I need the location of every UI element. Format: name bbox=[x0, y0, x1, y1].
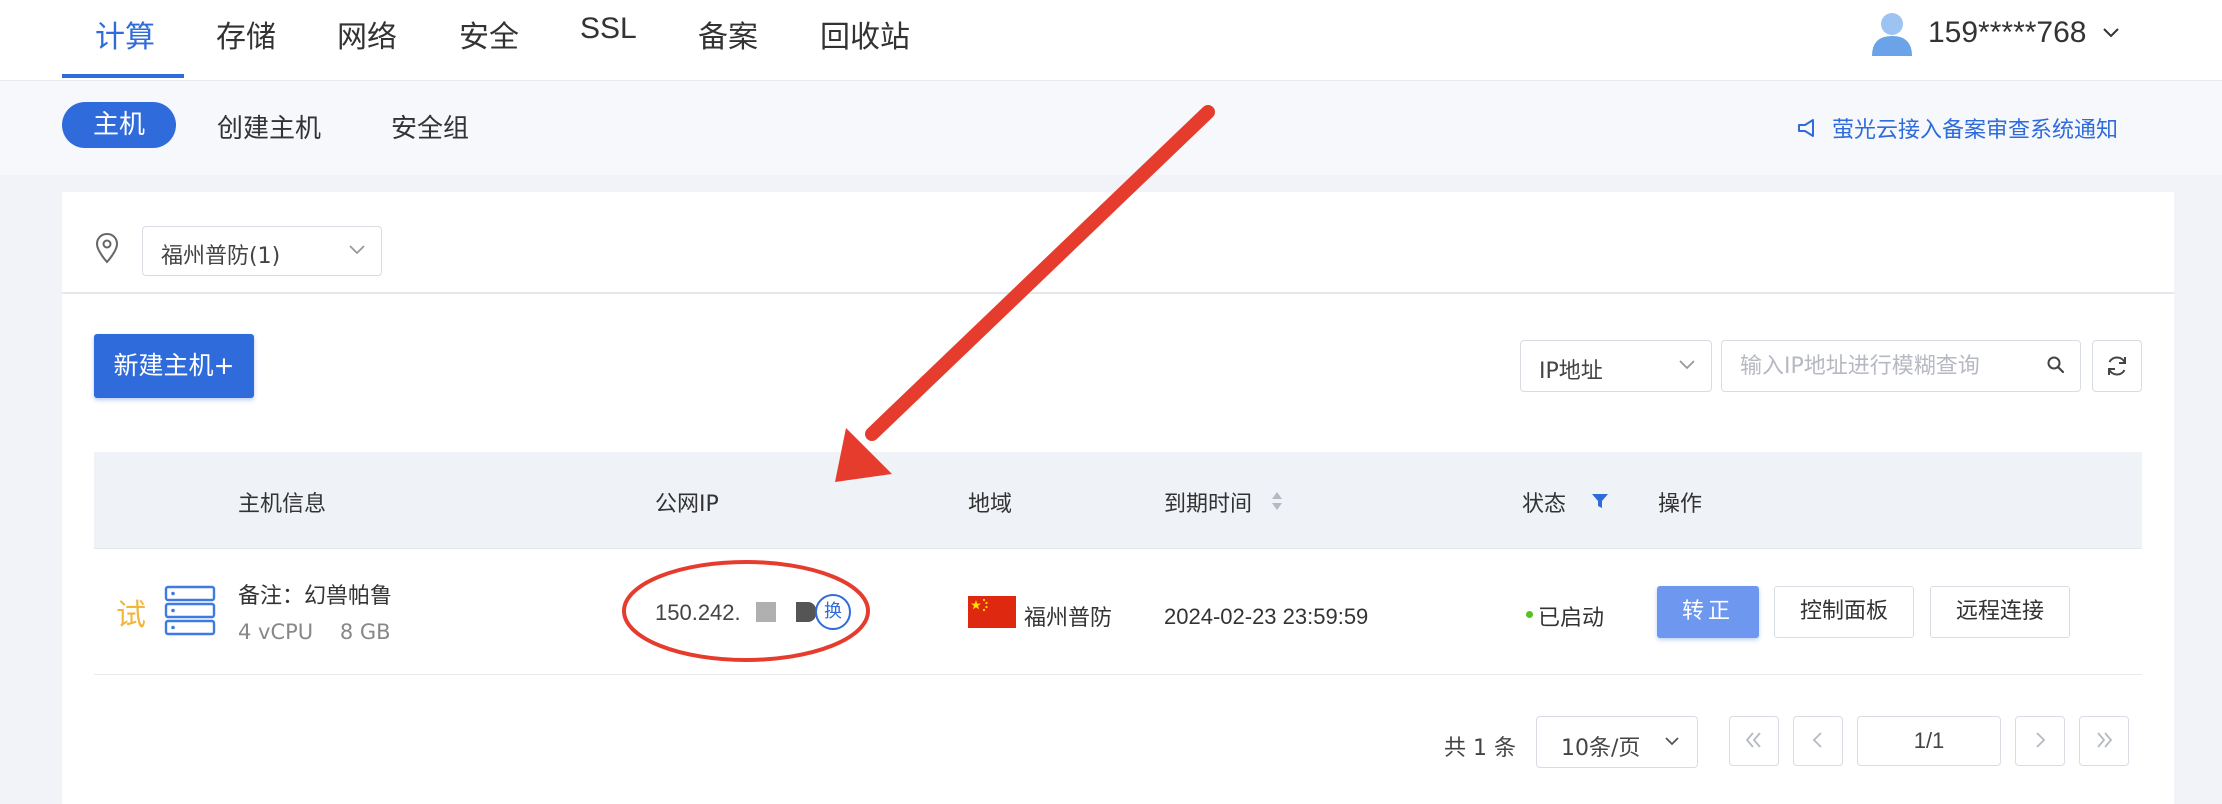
search-field-select[interactable]: IP地址 bbox=[1520, 340, 1712, 392]
subtab-security-group[interactable]: 安全组 bbox=[391, 108, 469, 145]
top-navigation: 计算 存储 网络 安全 SSL 备案 回收站 159*****768 bbox=[0, 0, 2222, 81]
page-size-value: 10条/页 bbox=[1561, 736, 1641, 761]
location-pin-icon bbox=[95, 232, 119, 264]
chevron-down-icon bbox=[1679, 360, 1695, 370]
convert-button[interactable]: 转正 bbox=[1657, 586, 1759, 638]
host-spec: 4 vCPU 8 GB bbox=[238, 620, 391, 644]
tab-recycle-bin[interactable]: 回收站 bbox=[820, 12, 910, 56]
active-tab-underline bbox=[62, 74, 184, 78]
notice-text: 萤光云接入备案审查系统通知 bbox=[1832, 118, 2119, 143]
status-text: 已启动 bbox=[1538, 606, 1605, 631]
total-count: 共 1 条 bbox=[1444, 736, 1516, 761]
china-flag-icon bbox=[968, 596, 1016, 628]
prev-page-button[interactable] bbox=[1793, 716, 1843, 766]
tab-filing[interactable]: 备案 bbox=[698, 12, 758, 56]
chevron-right-icon bbox=[2036, 732, 2046, 748]
sort-icon[interactable] bbox=[1270, 490, 1284, 512]
chevron-left-icon bbox=[1812, 732, 1822, 748]
next-page-button[interactable] bbox=[2015, 716, 2065, 766]
new-host-button[interactable]: 新建主机+ bbox=[94, 334, 254, 398]
status-dot bbox=[1526, 611, 1533, 618]
last-page-button[interactable] bbox=[2079, 716, 2129, 766]
column-public-ip: 公网IP bbox=[655, 492, 719, 517]
filter-icon[interactable] bbox=[1590, 491, 1610, 511]
host-remark: 备注：幻兽帕鲁 bbox=[238, 584, 393, 609]
ip-search-input[interactable] bbox=[1738, 347, 2042, 385]
chevron-down-icon bbox=[2103, 28, 2120, 38]
control-panel-button[interactable]: 控制面板 bbox=[1774, 586, 1914, 638]
expire-time: 2024-02-23 23:59:59 bbox=[1164, 604, 1369, 629]
region-select-value: 福州普防(1) bbox=[161, 244, 281, 269]
user-phone: 159*****768 bbox=[1928, 16, 2087, 49]
subtab-hosts[interactable]: 主机 bbox=[62, 102, 176, 148]
search-field-select-value: IP地址 bbox=[1539, 359, 1603, 384]
tab-ssl[interactable]: SSL bbox=[580, 12, 637, 46]
double-chevron-right-icon bbox=[2097, 732, 2113, 748]
double-chevron-left-icon bbox=[1745, 732, 1761, 748]
server-icon bbox=[164, 585, 216, 636]
column-region: 地域 bbox=[968, 492, 1013, 517]
refresh-icon bbox=[2108, 356, 2126, 376]
tab-storage[interactable]: 存储 bbox=[216, 12, 276, 56]
subtab-create-host[interactable]: 创建主机 bbox=[217, 108, 321, 145]
ip-search bbox=[1721, 340, 2081, 392]
tab-network[interactable]: 网络 bbox=[337, 12, 397, 56]
search-icon[interactable] bbox=[2046, 355, 2066, 375]
tab-compute[interactable]: 计算 bbox=[95, 12, 155, 56]
user-menu[interactable]: 159*****768 bbox=[1870, 8, 2120, 58]
column-actions: 操作 bbox=[1658, 492, 1703, 517]
page-input[interactable]: 1/1 bbox=[1857, 716, 2001, 766]
column-expire-time[interactable]: 到期时间 bbox=[1164, 486, 1252, 518]
host-region: 福州普防 bbox=[1024, 606, 1113, 631]
user-avatar-icon bbox=[1872, 13, 1912, 56]
refresh-button[interactable] bbox=[2092, 340, 2142, 392]
tab-security[interactable]: 安全 bbox=[459, 12, 519, 56]
ip-redaction-mask bbox=[796, 602, 816, 622]
first-page-button[interactable] bbox=[1729, 716, 1779, 766]
page-size-select[interactable]: 10条/页 bbox=[1536, 716, 1698, 768]
chevron-down-icon bbox=[1665, 737, 1679, 746]
megaphone-icon bbox=[1798, 119, 1814, 137]
chevron-down-icon bbox=[349, 245, 365, 255]
swap-ip-button[interactable]: 换 bbox=[815, 594, 851, 630]
notice-link[interactable]: 萤光云接入备案审查系统通知 bbox=[1796, 112, 2118, 144]
trial-badge: 试 bbox=[116, 598, 146, 633]
column-host-info: 主机信息 bbox=[238, 492, 327, 517]
ip-redaction-mask bbox=[756, 602, 776, 622]
remote-connect-button[interactable]: 远程连接 bbox=[1930, 586, 2070, 638]
table-header bbox=[94, 452, 2142, 549]
column-status: 状态 bbox=[1522, 492, 1567, 517]
region-select[interactable]: 福州普防(1) bbox=[142, 226, 382, 276]
public-ip: 150.242. bbox=[655, 600, 741, 625]
